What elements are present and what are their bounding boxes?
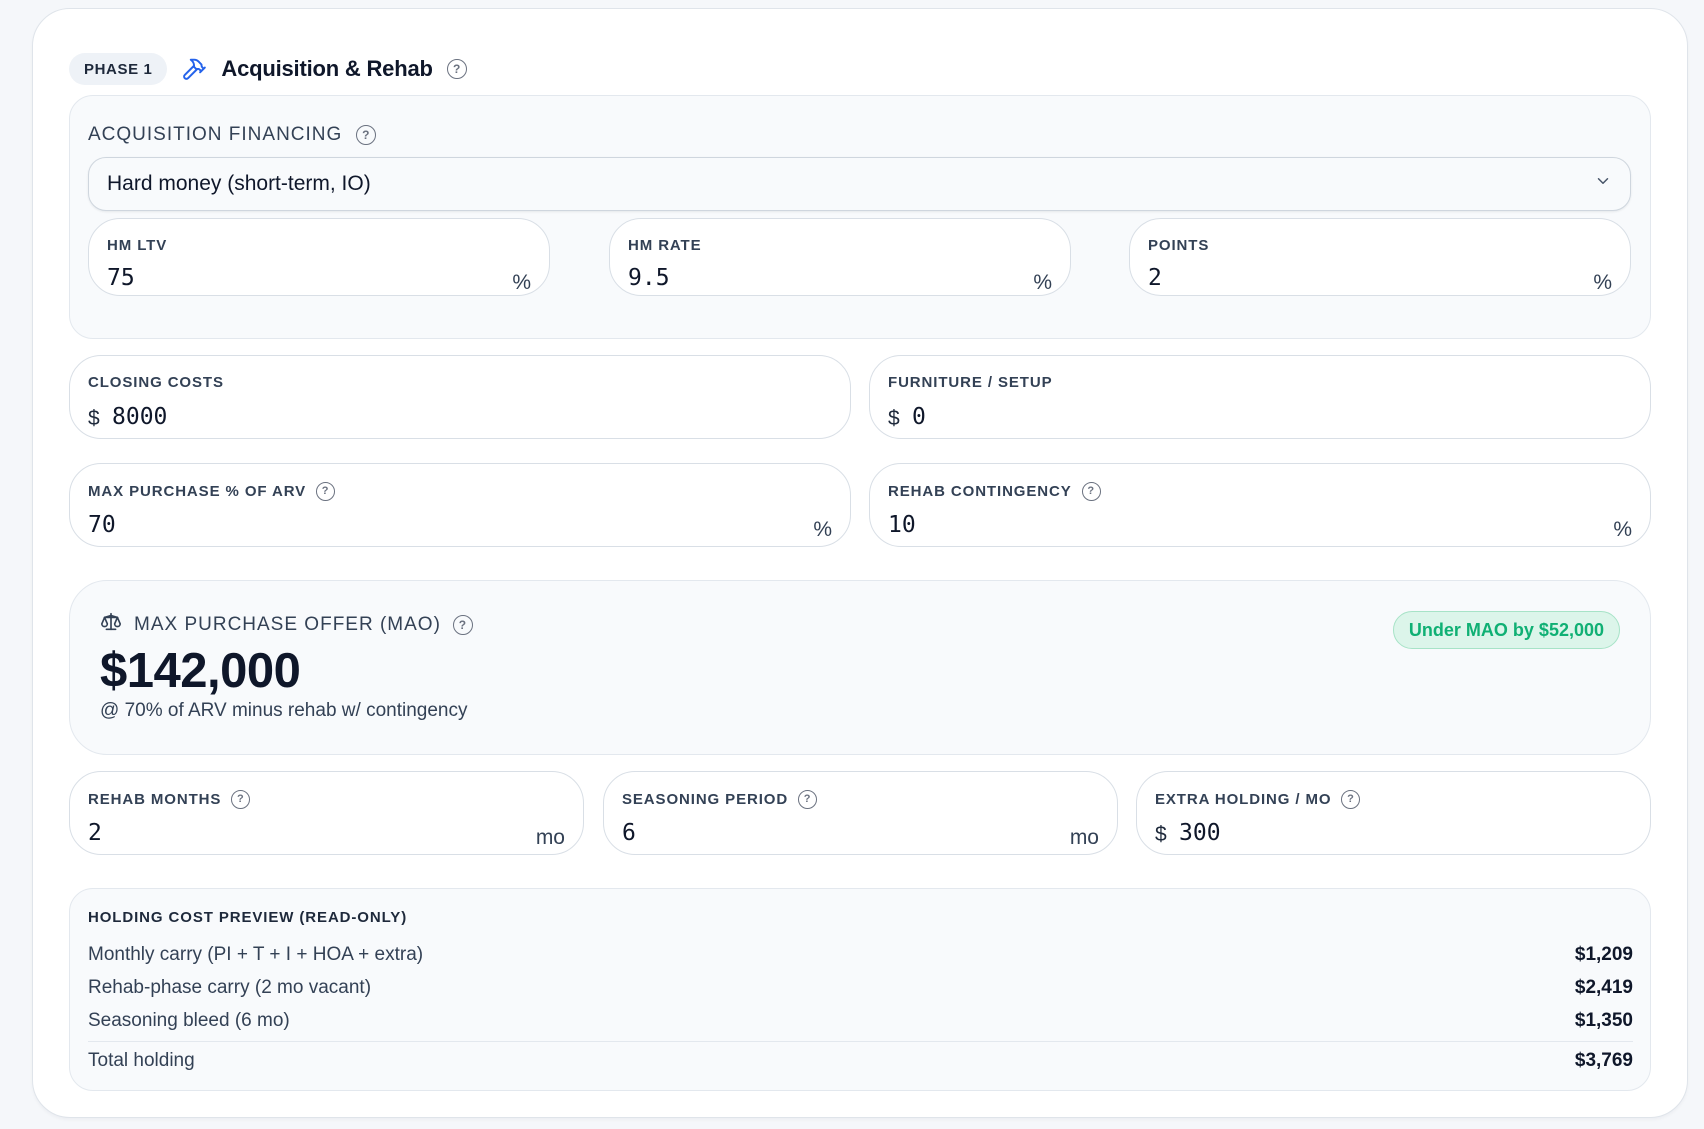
- holding-row-label: Seasoning bleed (6 mo): [88, 1010, 290, 1031]
- holding-row: Rehab-phase carry (2 mo vacant) $2,419: [88, 976, 1633, 1000]
- hm-ltv-unit: %: [512, 271, 531, 294]
- holding-total-amount: $3,769: [1574, 1050, 1633, 1071]
- furniture-setup-input[interactable]: 0: [912, 404, 926, 430]
- mao-panel: MAX PURCHASE OFFER (MAO) ? $142,000 @ 70…: [69, 580, 1651, 755]
- max-purchase-pct-unit: %: [813, 518, 832, 541]
- holding-row-amount: $1,209: [1574, 944, 1633, 965]
- help-icon[interactable]: ?: [231, 790, 251, 809]
- hm-rate-label: HM RATE: [628, 237, 702, 254]
- acquisition-financing-panel: ACQUISITION FINANCING ? Hard money (shor…: [69, 95, 1651, 339]
- holding-row-amount: $2,419: [1574, 977, 1633, 998]
- financing-type-select[interactable]: Hard money (short-term, IO): [88, 157, 1631, 211]
- mao-value: $142,000: [100, 644, 301, 698]
- help-icon[interactable]: ?: [446, 59, 467, 79]
- help-icon[interactable]: ?: [1081, 482, 1101, 501]
- hammer-icon: [181, 56, 207, 82]
- closing-costs-field[interactable]: CLOSING COSTS $ 8000: [69, 355, 851, 439]
- extra-holding-field[interactable]: EXTRA HOLDING / MO ? $ 300: [1136, 771, 1651, 855]
- furniture-setup-label: FURNITURE / SETUP: [888, 374, 1053, 391]
- rehab-months-unit: mo: [535, 826, 565, 849]
- help-icon[interactable]: ?: [316, 482, 336, 501]
- points-label: POINTS: [1148, 237, 1210, 254]
- divider: [88, 1041, 1633, 1042]
- hm-rate-input[interactable]: 9.5: [628, 265, 670, 291]
- hm-rate-unit: %: [1033, 271, 1052, 294]
- acquisition-financing-heading: ACQUISITION FINANCING ?: [88, 124, 377, 146]
- holding-row: Monthly carry (PI + T + I + HOA + extra)…: [88, 943, 1633, 967]
- help-icon[interactable]: ?: [452, 615, 473, 635]
- closing-costs-input[interactable]: 8000: [112, 404, 167, 430]
- hm-ltv-input[interactable]: 75: [107, 265, 135, 291]
- max-purchase-pct-field[interactable]: MAX PURCHASE % OF ARV ? 70 %: [69, 463, 851, 547]
- holding-row-label: Rehab-phase carry (2 mo vacant): [88, 977, 372, 998]
- holding-row-amount: $1,350: [1574, 1010, 1633, 1031]
- rehab-months-input[interactable]: 2: [88, 820, 102, 846]
- currency-prefix: $: [1155, 823, 1167, 846]
- section-title: Acquisition & Rehab: [221, 56, 433, 81]
- holding-total-row: Total holding $3,769: [88, 1049, 1633, 1073]
- financing-type-value: Hard money (short-term, IO): [107, 172, 371, 195]
- max-purchase-pct-label: MAX PURCHASE % OF ARV ?: [88, 482, 336, 501]
- holding-cost-title: HOLDING COST PREVIEW (READ-ONLY): [88, 909, 408, 926]
- hm-ltv-field[interactable]: HM LTV 75 %: [88, 218, 550, 296]
- seasoning-period-input[interactable]: 6: [622, 820, 636, 846]
- help-icon[interactable]: ?: [356, 125, 377, 145]
- acquisition-financing-label: ACQUISITION FINANCING: [88, 124, 343, 145]
- chevron-down-icon: [1594, 172, 1612, 196]
- phase-header: PHASE 1 Acquisition & Rehab ?: [69, 45, 467, 93]
- max-purchase-pct-input[interactable]: 70: [88, 512, 116, 538]
- points-input[interactable]: 2: [1148, 265, 1162, 291]
- mao-heading: MAX PURCHASE OFFER (MAO) ?: [100, 611, 473, 639]
- extra-holding-label: EXTRA HOLDING / MO ?: [1155, 790, 1361, 809]
- currency-prefix: $: [88, 407, 100, 430]
- hm-rate-field[interactable]: HM RATE 9.5 %: [609, 218, 1071, 296]
- furniture-setup-field[interactable]: FURNITURE / SETUP $ 0: [869, 355, 1651, 439]
- mao-label: MAX PURCHASE OFFER (MAO): [134, 614, 441, 635]
- holding-row: Seasoning bleed (6 mo) $1,350: [88, 1009, 1633, 1033]
- rehab-months-label: REHAB MONTHS ?: [88, 790, 251, 809]
- help-icon[interactable]: ?: [798, 790, 818, 809]
- holding-row-label: Monthly carry (PI + T + I + HOA + extra): [88, 944, 424, 965]
- rehab-contingency-field[interactable]: REHAB CONTINGENCY ? 10 %: [869, 463, 1651, 547]
- seasoning-period-label: SEASONING PERIOD ?: [622, 790, 818, 809]
- points-field[interactable]: POINTS 2 %: [1129, 218, 1631, 296]
- holding-cost-preview: HOLDING COST PREVIEW (READ-ONLY) Monthly…: [69, 888, 1651, 1091]
- rehab-contingency-input[interactable]: 10: [888, 512, 916, 538]
- hm-ltv-label: HM LTV: [107, 237, 168, 254]
- seasoning-period-unit: mo: [1069, 826, 1099, 849]
- scale-icon: [100, 611, 122, 639]
- help-icon[interactable]: ?: [1341, 790, 1361, 809]
- rehab-contingency-unit: %: [1613, 518, 1632, 541]
- phase-badge: PHASE 1: [69, 53, 168, 85]
- holding-total-label: Total holding: [88, 1050, 195, 1071]
- points-unit: %: [1593, 271, 1612, 294]
- currency-prefix: $: [888, 407, 900, 430]
- closing-costs-label: CLOSING COSTS: [88, 374, 224, 391]
- seasoning-period-field[interactable]: SEASONING PERIOD ? 6 mo: [603, 771, 1118, 855]
- rehab-contingency-label: REHAB CONTINGENCY ?: [888, 482, 1101, 501]
- mao-note: @ 70% of ARV minus rehab w/ contingency: [100, 700, 468, 721]
- phase-card: PHASE 1 Acquisition & Rehab ? ACQUISITIO…: [32, 8, 1688, 1118]
- rehab-months-field[interactable]: REHAB MONTHS ? 2 mo: [69, 771, 584, 855]
- mao-status-badge: Under MAO by $52,000: [1392, 611, 1620, 649]
- extra-holding-input[interactable]: 300: [1179, 820, 1221, 846]
